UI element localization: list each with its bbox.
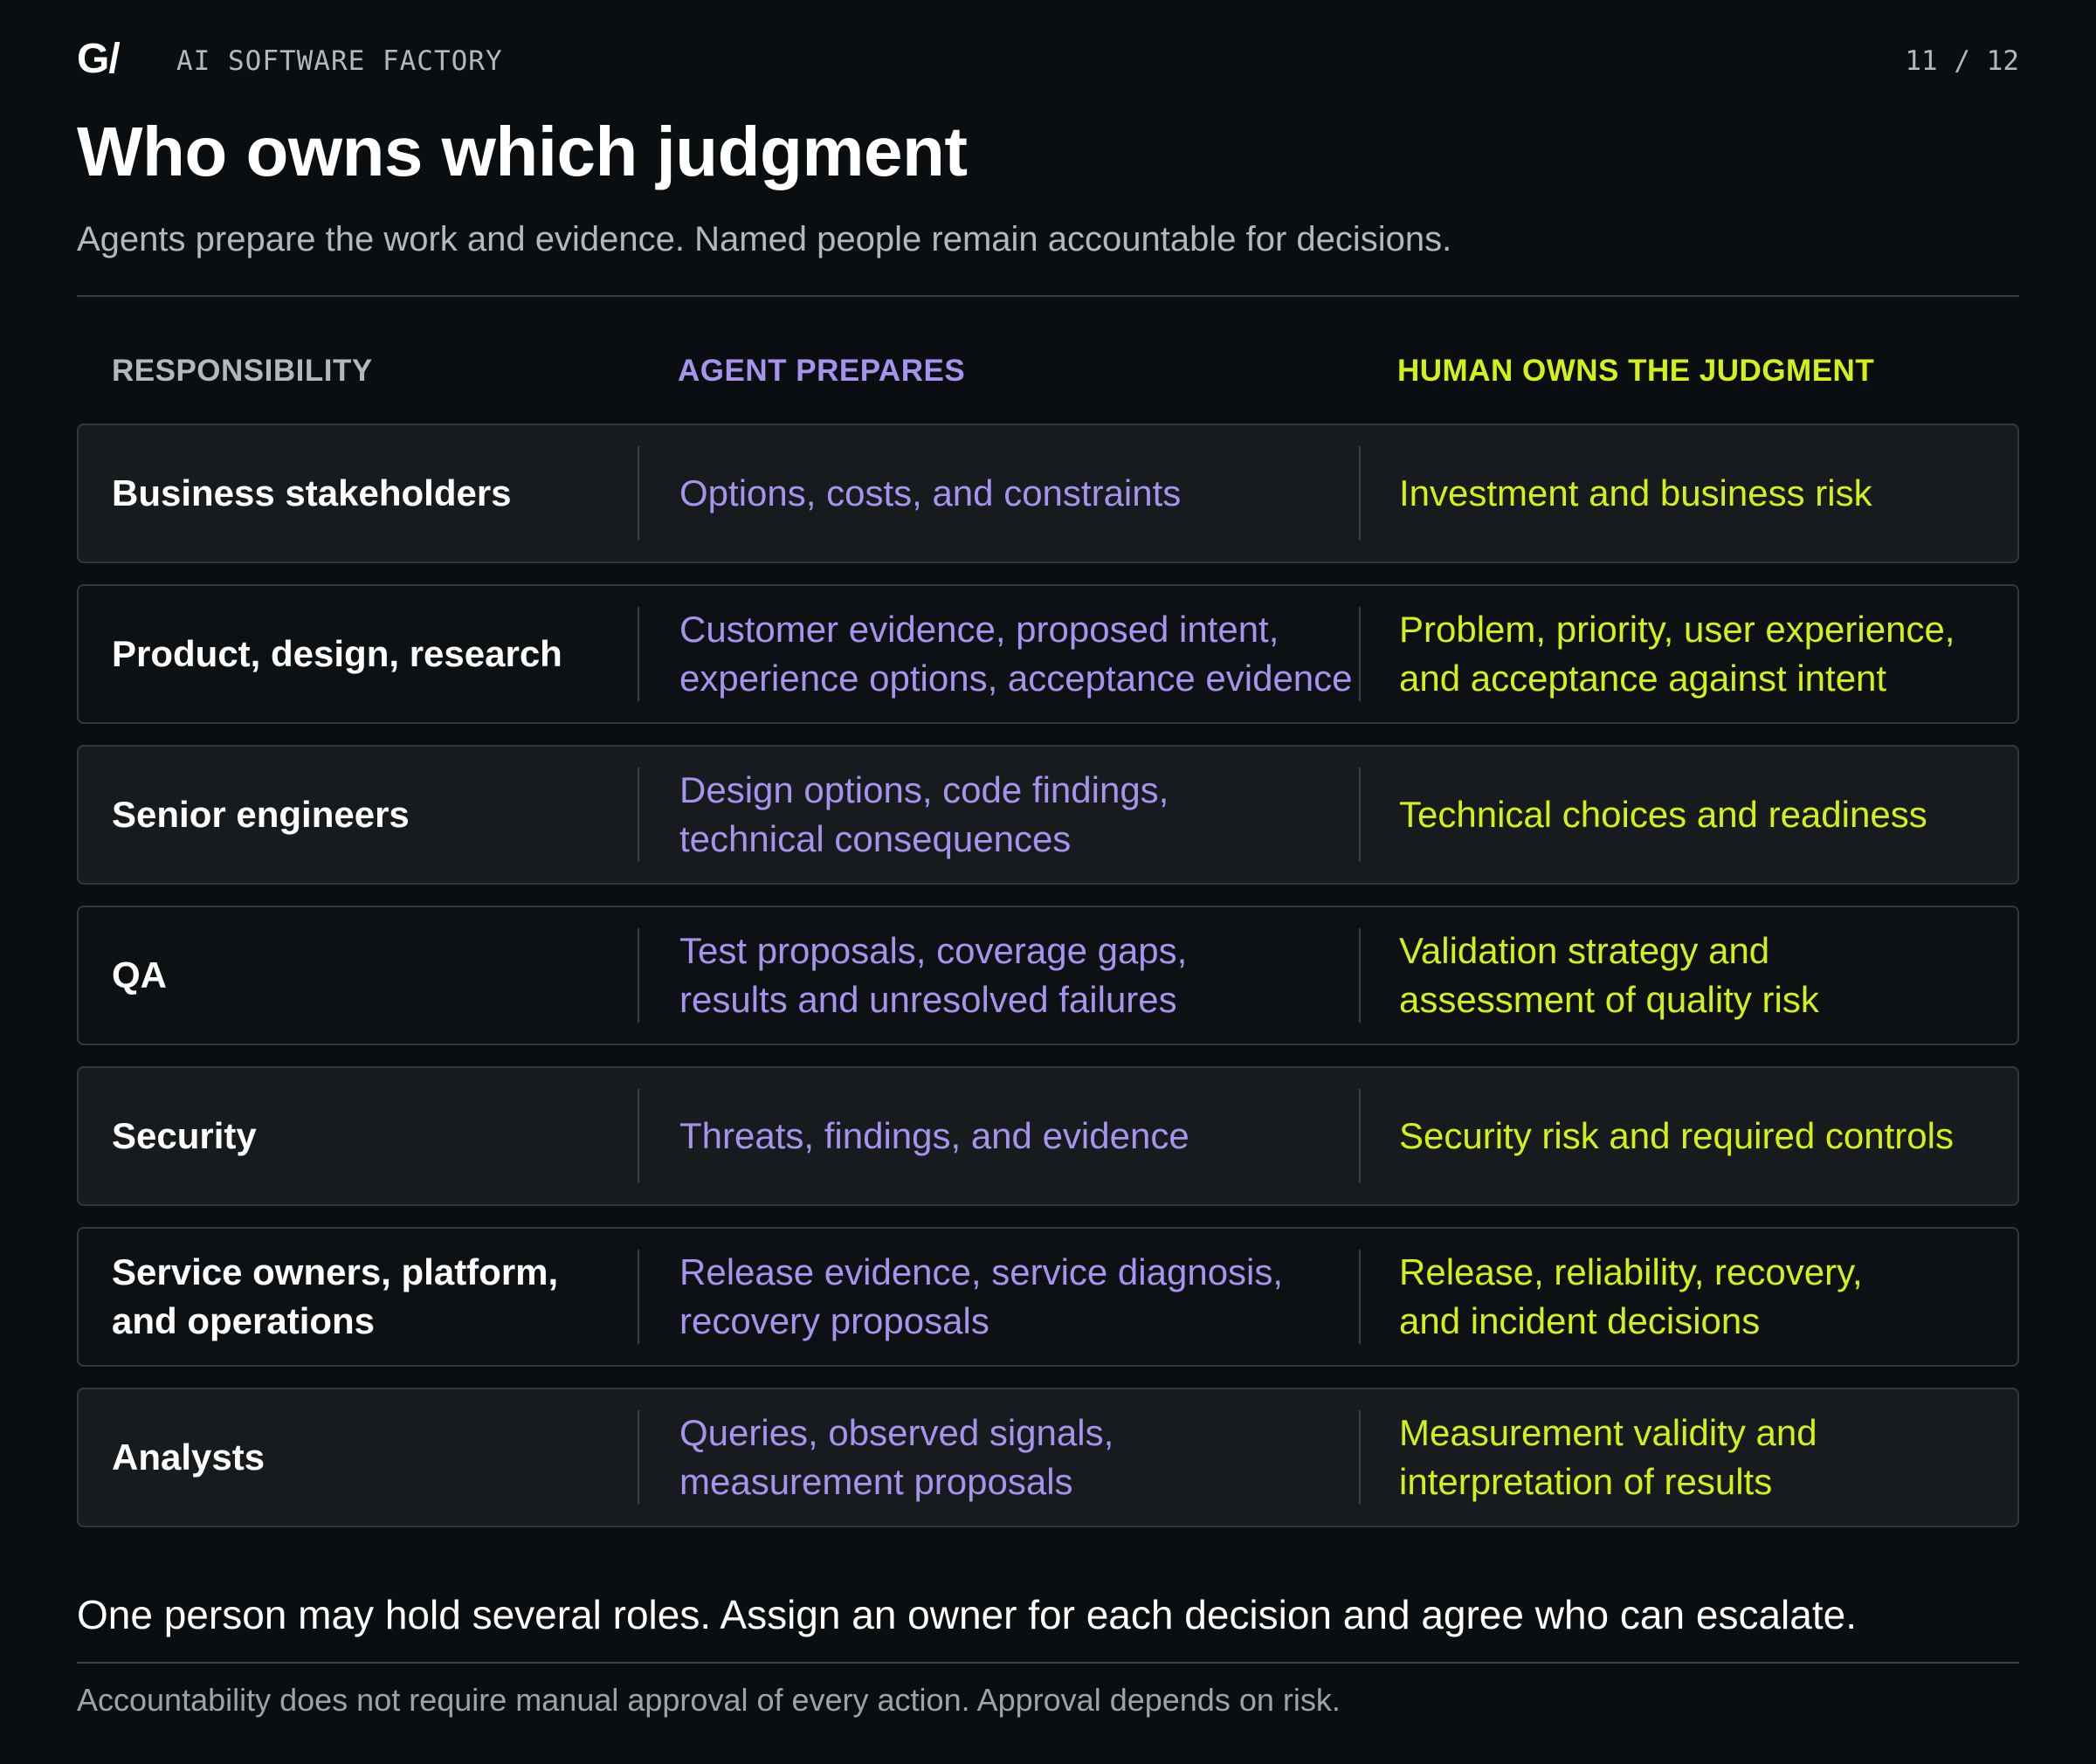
column-divider xyxy=(638,1410,639,1505)
column-divider xyxy=(638,928,639,1023)
human-judgment-cell: Measurement validity and interpretation … xyxy=(1399,1412,1817,1502)
slide: G/ AI SOFTWARE FACTORY 11 / 12 Who owns … xyxy=(0,0,2096,1764)
table-row: Analysts Queries, observed signals, meas… xyxy=(77,1388,2019,1527)
top-bar: G/ AI SOFTWARE FACTORY 11 / 12 xyxy=(77,33,2019,86)
agent-prepares-cell: Threats, findings, and evidence xyxy=(679,1115,1189,1156)
human-judgment-cell: Validation strategy and assessment of qu… xyxy=(1399,930,1819,1020)
column-divider xyxy=(638,1089,639,1183)
logo: G/ xyxy=(77,36,121,82)
column-divider xyxy=(1359,928,1361,1023)
column-divider xyxy=(638,446,639,541)
human-judgment-cell: Technical choices and readiness xyxy=(1399,794,1927,835)
column-divider xyxy=(1359,768,1361,862)
column-divider xyxy=(1359,446,1361,541)
human-judgment-cell: Problem, priority, user experience, and … xyxy=(1399,609,1955,699)
column-header-human-owns: HUMAN OWNS THE JUDGMENT xyxy=(1397,354,1875,388)
column-divider xyxy=(1359,1089,1361,1183)
divider xyxy=(77,1662,2019,1664)
responsibility-cell: Product, design, research xyxy=(112,633,562,674)
table-row: Service owners, platform, and operations… xyxy=(77,1227,2019,1367)
page-indicator: 11 / 12 xyxy=(1905,45,2019,77)
divider xyxy=(77,295,2019,297)
column-header-agent-prepares: AGENT PREPARES xyxy=(678,354,966,388)
column-divider xyxy=(638,607,639,701)
brand-label: AI SOFTWARE FACTORY xyxy=(176,45,503,77)
column-divider xyxy=(1359,1250,1361,1344)
agent-prepares-cell: Test proposals, coverage gaps, results a… xyxy=(679,930,1188,1020)
agent-prepares-cell: Options, costs, and constraints xyxy=(679,472,1182,513)
column-divider xyxy=(638,1250,639,1344)
table-row: Business stakeholders Options, costs, an… xyxy=(77,424,2019,563)
responsibility-cell: Security xyxy=(112,1115,257,1156)
table-row: Senior engineers Design options, code fi… xyxy=(77,745,2019,885)
page-subtitle: Agents prepare the work and evidence. Na… xyxy=(77,220,1452,258)
table-row: Security Threats, findings, and evidence… xyxy=(77,1066,2019,1206)
table-row: Product, design, research Customer evide… xyxy=(77,584,2019,724)
agent-prepares-cell: Design options, code findings, technical… xyxy=(679,769,1169,859)
column-divider xyxy=(638,768,639,862)
roles-note: One person may hold several roles. Assig… xyxy=(77,1592,1857,1637)
responsibility-cell: QA xyxy=(112,954,167,996)
footnote: Accountability does not require manual a… xyxy=(77,1682,1341,1718)
responsibility-cell: Analysts xyxy=(112,1437,265,1478)
responsibility-cell: Senior engineers xyxy=(112,794,410,835)
table-row: QA Test proposals, coverage gaps, result… xyxy=(77,906,2019,1045)
responsibility-cell: Service owners, platform, and operations xyxy=(112,1251,559,1341)
human-judgment-cell: Security risk and required controls xyxy=(1399,1115,1954,1156)
agent-prepares-cell: Queries, observed signals, measurement p… xyxy=(679,1412,1114,1502)
column-header-responsibility: RESPONSIBILITY xyxy=(112,354,373,388)
column-divider xyxy=(1359,1410,1361,1505)
human-judgment-cell: Release, reliability, recovery, and inci… xyxy=(1399,1251,1863,1341)
page-title: Who owns which judgment xyxy=(77,113,968,190)
responsibility-cell: Business stakeholders xyxy=(112,472,512,513)
human-judgment-cell: Investment and business risk xyxy=(1399,472,1872,513)
column-divider xyxy=(1359,607,1361,701)
agent-prepares-cell: Customer evidence, proposed intent, expe… xyxy=(679,609,1353,699)
ownership-table: Business stakeholders Options, costs, an… xyxy=(77,424,2019,1548)
agent-prepares-cell: Release evidence, service diagnosis, rec… xyxy=(679,1251,1284,1341)
